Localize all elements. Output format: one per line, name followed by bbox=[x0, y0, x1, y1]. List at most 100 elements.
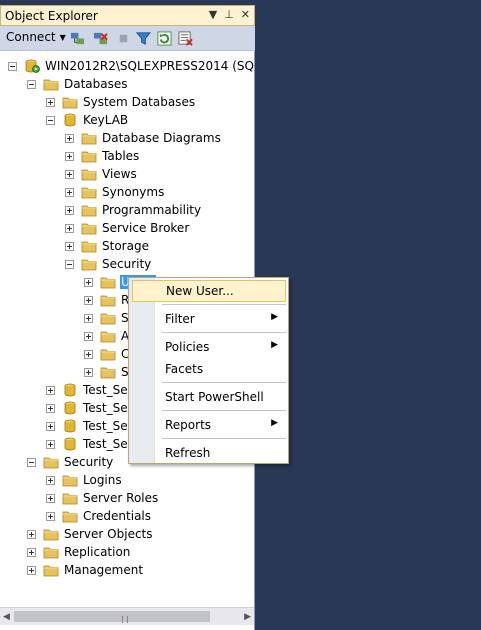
expand-plus-icon[interactable] bbox=[84, 295, 93, 305]
menu-item-facets[interactable]: Facets bbox=[132, 358, 286, 380]
tree-row[interactable]: Database Diagrams bbox=[65, 129, 222, 147]
scrollbar-grip-icon bbox=[122, 616, 128, 623]
close-icon[interactable]: ✕ bbox=[241, 8, 250, 21]
tree-row[interactable]: Views bbox=[65, 165, 138, 183]
menu-item-reports[interactable]: Reports ▶ bbox=[132, 414, 286, 436]
expand-plus-icon[interactable] bbox=[65, 133, 74, 143]
expand-plus-icon[interactable] bbox=[27, 565, 36, 575]
folder-icon bbox=[62, 473, 78, 487]
tree-row[interactable]: Tables bbox=[65, 147, 140, 165]
tree-row[interactable]: Service Broker bbox=[65, 219, 190, 237]
horizontal-scrollbar[interactable]: ◀ ▶ bbox=[0, 607, 254, 625]
tree-row[interactable]: WIN2012R2\SQLEXPRESS2014 (SQL Serv bbox=[8, 57, 254, 75]
tree-row[interactable]: Server Roles bbox=[46, 489, 159, 507]
folder-icon bbox=[81, 167, 97, 181]
tree-row[interactable]: Server Objects bbox=[27, 525, 154, 543]
filter-icon[interactable] bbox=[136, 31, 151, 46]
tree-row[interactable]: Test_Serv bbox=[46, 435, 141, 453]
scroll-left-icon[interactable]: ◀ bbox=[3, 612, 10, 622]
tree-row-label: Credentials bbox=[83, 509, 152, 523]
tree-row[interactable]: KeyLAB bbox=[46, 111, 129, 129]
expand-plus-icon[interactable] bbox=[27, 529, 36, 539]
tree-row[interactable]: Test_Serv bbox=[46, 399, 141, 417]
tree-row[interactable]: R bbox=[84, 291, 130, 309]
tree-row[interactable]: Databases bbox=[27, 75, 129, 93]
expand-plus-icon[interactable] bbox=[46, 511, 55, 521]
tree-row[interactable]: Management bbox=[27, 561, 144, 579]
panel-title: Object Explorer bbox=[5, 9, 98, 23]
collapse-minus-icon[interactable] bbox=[8, 61, 17, 71]
connect-label: Connect bbox=[6, 30, 56, 44]
menu-item-policies[interactable]: Policies ▶ bbox=[132, 336, 286, 358]
tree-row-label: Tables bbox=[102, 149, 140, 163]
expand-plus-icon[interactable] bbox=[46, 439, 55, 449]
tree-row[interactable]: Test_Serv bbox=[46, 417, 141, 435]
pin-icon[interactable]: ⊥ bbox=[224, 8, 234, 21]
folder-icon bbox=[100, 293, 116, 307]
menu-separator bbox=[162, 410, 286, 411]
expand-plus-icon[interactable] bbox=[65, 205, 74, 215]
scroll-right-icon[interactable]: ▶ bbox=[244, 612, 251, 622]
refresh-icon[interactable] bbox=[157, 31, 172, 46]
expand-plus-icon[interactable] bbox=[65, 151, 74, 161]
database-icon bbox=[62, 419, 78, 433]
expand-plus-icon[interactable] bbox=[84, 331, 93, 341]
collapse-minus-icon[interactable] bbox=[65, 259, 74, 269]
tree-row[interactable]: A bbox=[84, 327, 130, 345]
disconnect-icon[interactable] bbox=[93, 31, 108, 46]
scrollbar-thumb[interactable] bbox=[14, 611, 210, 623]
expand-plus-icon[interactable] bbox=[84, 349, 93, 359]
menu-item-label: Facets bbox=[165, 362, 204, 376]
expand-plus-icon[interactable] bbox=[84, 277, 93, 287]
menu-item-filter[interactable]: Filter ▶ bbox=[132, 308, 286, 330]
expand-plus-icon[interactable] bbox=[46, 493, 55, 503]
database-icon bbox=[62, 401, 78, 415]
expand-plus-icon[interactable] bbox=[46, 403, 55, 413]
collapse-minus-icon[interactable] bbox=[27, 79, 36, 89]
menu-item-new-user[interactable]: New User... bbox=[132, 280, 286, 302]
tree-row[interactable]: Credentials bbox=[46, 507, 152, 525]
tree-row[interactable]: Programmability bbox=[65, 201, 202, 219]
tree-row[interactable]: Test_Serv bbox=[46, 381, 141, 399]
menu-item-start-powershell[interactable]: Start PowerShell bbox=[132, 386, 286, 408]
tree-row[interactable]: Replication bbox=[27, 543, 131, 561]
menu-item-label: Start PowerShell bbox=[165, 390, 264, 404]
collapse-minus-icon[interactable] bbox=[46, 115, 55, 125]
tree-row[interactable]: Security bbox=[27, 453, 114, 471]
menu-separator bbox=[162, 304, 286, 305]
expand-plus-icon[interactable] bbox=[46, 385, 55, 395]
submenu-arrow-icon: ▶ bbox=[271, 418, 278, 428]
stop-icon[interactable] bbox=[116, 31, 131, 46]
tree-row-label: KeyLAB bbox=[83, 113, 129, 127]
expand-plus-icon[interactable] bbox=[46, 421, 55, 431]
object-explorer-toolbar: Connect ▼ bbox=[0, 26, 255, 51]
tree-row[interactable]: Logins bbox=[46, 471, 123, 489]
folder-icon bbox=[100, 275, 116, 289]
tree-row[interactable]: Storage bbox=[65, 237, 150, 255]
tree-row-label: Service Broker bbox=[102, 221, 190, 235]
expand-plus-icon[interactable] bbox=[65, 223, 74, 233]
connect-button[interactable]: Connect ▼ bbox=[6, 30, 66, 44]
collapse-minus-icon[interactable] bbox=[27, 457, 36, 467]
menu-item-refresh[interactable]: Refresh bbox=[132, 442, 286, 464]
dropdown-arrow-icon[interactable]: ▼ bbox=[209, 8, 217, 21]
expand-plus-icon[interactable] bbox=[27, 547, 36, 557]
tree-row[interactable]: Synonyms bbox=[65, 183, 165, 201]
tree-row-label: Views bbox=[102, 167, 137, 181]
expand-plus-icon[interactable] bbox=[65, 187, 74, 197]
folder-icon bbox=[81, 149, 97, 163]
tree-row[interactable]: C bbox=[84, 345, 130, 363]
expand-plus-icon[interactable] bbox=[84, 367, 93, 377]
tree-row[interactable]: System Databases bbox=[46, 93, 196, 111]
expand-plus-icon[interactable] bbox=[65, 169, 74, 179]
tree-row[interactable]: S bbox=[84, 309, 130, 327]
folder-icon bbox=[100, 311, 116, 325]
connect-object-explorer-icon[interactable] bbox=[70, 31, 85, 46]
tree-row[interactable]: Security bbox=[65, 255, 152, 273]
expand-plus-icon[interactable] bbox=[46, 97, 55, 107]
expand-plus-icon[interactable] bbox=[65, 241, 74, 251]
database-icon bbox=[62, 383, 78, 397]
expand-plus-icon[interactable] bbox=[46, 475, 55, 485]
object-explorer-details-icon[interactable] bbox=[178, 31, 193, 46]
expand-plus-icon[interactable] bbox=[84, 313, 93, 323]
